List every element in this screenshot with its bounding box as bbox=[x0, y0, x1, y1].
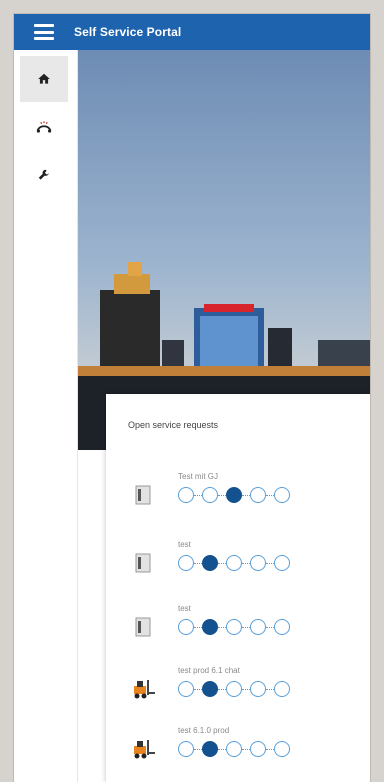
request-status-steps bbox=[178, 619, 290, 635]
request-row[interactable]: Test mit GJ bbox=[130, 472, 370, 522]
document-icon bbox=[135, 617, 151, 637]
document-icon bbox=[135, 485, 151, 505]
sidebar-item-home[interactable] bbox=[20, 56, 68, 102]
forklift-icon bbox=[134, 740, 155, 759]
approval-icon[interactable] bbox=[202, 681, 218, 697]
step-connector bbox=[242, 494, 250, 496]
completed-flag-icon[interactable] bbox=[274, 741, 290, 757]
step-connector bbox=[266, 494, 274, 496]
sidebar bbox=[14, 50, 78, 782]
approval-icon[interactable] bbox=[202, 487, 218, 503]
sidebar-item-tools[interactable] bbox=[20, 152, 68, 198]
service-icon[interactable] bbox=[250, 619, 266, 635]
request-name: test bbox=[178, 540, 191, 549]
service-icon[interactable] bbox=[250, 555, 266, 571]
request-row[interactable]: test bbox=[130, 540, 370, 590]
step-connector bbox=[194, 562, 202, 564]
step-connector bbox=[242, 562, 250, 564]
step-connector bbox=[194, 626, 202, 628]
step-connector bbox=[242, 626, 250, 628]
document-icon bbox=[135, 553, 151, 573]
step-connector bbox=[242, 748, 250, 750]
service-icon[interactable] bbox=[250, 681, 266, 697]
step-connector bbox=[266, 562, 274, 564]
approval-icon[interactable] bbox=[202, 741, 218, 757]
processing-icon[interactable] bbox=[226, 741, 242, 757]
step-connector bbox=[194, 688, 202, 690]
request-name: test bbox=[178, 604, 191, 613]
hamburger-menu-icon[interactable] bbox=[34, 24, 54, 40]
step-connector bbox=[266, 688, 274, 690]
step-connector bbox=[194, 494, 202, 496]
request-row[interactable]: test prod 6.1 chat bbox=[130, 666, 370, 716]
wrench-icon bbox=[38, 169, 49, 180]
step-connector bbox=[218, 562, 226, 564]
completed-flag-icon[interactable] bbox=[274, 681, 290, 697]
open-requests-panel: Open service requests Test mit GJ test t… bbox=[106, 394, 370, 782]
submitted-icon[interactable] bbox=[178, 487, 194, 503]
portal-window: Self Service Portal Open service request… bbox=[14, 14, 370, 782]
app-title: Self Service Portal bbox=[74, 25, 182, 39]
forklift-icon bbox=[134, 680, 155, 699]
request-row[interactable]: test bbox=[130, 604, 370, 654]
hero-city-image bbox=[78, 50, 370, 450]
app-bar: Self Service Portal bbox=[14, 14, 370, 50]
request-status-steps bbox=[178, 741, 290, 757]
completed-flag-icon[interactable] bbox=[274, 487, 290, 503]
request-status-steps bbox=[178, 681, 290, 697]
step-connector bbox=[218, 494, 226, 496]
submitted-icon[interactable] bbox=[178, 619, 194, 635]
request-name: test prod 6.1 chat bbox=[178, 666, 240, 675]
processing-icon[interactable] bbox=[226, 681, 242, 697]
submitted-icon[interactable] bbox=[178, 681, 194, 697]
panel-title: Open service requests bbox=[128, 420, 219, 430]
step-connector bbox=[266, 748, 274, 750]
helpdesk-icon bbox=[36, 121, 52, 133]
step-connector bbox=[194, 748, 202, 750]
submitted-icon[interactable] bbox=[178, 741, 194, 757]
request-name: test 6.1.0 prod bbox=[178, 726, 230, 735]
processing-icon[interactable] bbox=[226, 619, 242, 635]
request-row[interactable]: test 6.1.0 prod bbox=[130, 726, 370, 776]
request-name: Test mit GJ bbox=[178, 472, 219, 481]
submitted-icon[interactable] bbox=[178, 555, 194, 571]
approval-icon[interactable] bbox=[202, 619, 218, 635]
processing-icon[interactable] bbox=[226, 487, 242, 503]
processing-icon[interactable] bbox=[226, 555, 242, 571]
completed-flag-icon[interactable] bbox=[274, 555, 290, 571]
home-icon bbox=[38, 73, 50, 84]
step-connector bbox=[218, 688, 226, 690]
completed-flag-icon[interactable] bbox=[274, 619, 290, 635]
step-connector bbox=[266, 626, 274, 628]
step-connector bbox=[218, 626, 226, 628]
approval-icon[interactable] bbox=[202, 555, 218, 571]
request-status-steps bbox=[178, 487, 290, 503]
step-connector bbox=[218, 748, 226, 750]
step-connector bbox=[242, 688, 250, 690]
sidebar-item-helpdesk[interactable] bbox=[20, 104, 68, 150]
service-icon[interactable] bbox=[250, 741, 266, 757]
service-icon[interactable] bbox=[250, 487, 266, 503]
request-status-steps bbox=[178, 555, 290, 571]
